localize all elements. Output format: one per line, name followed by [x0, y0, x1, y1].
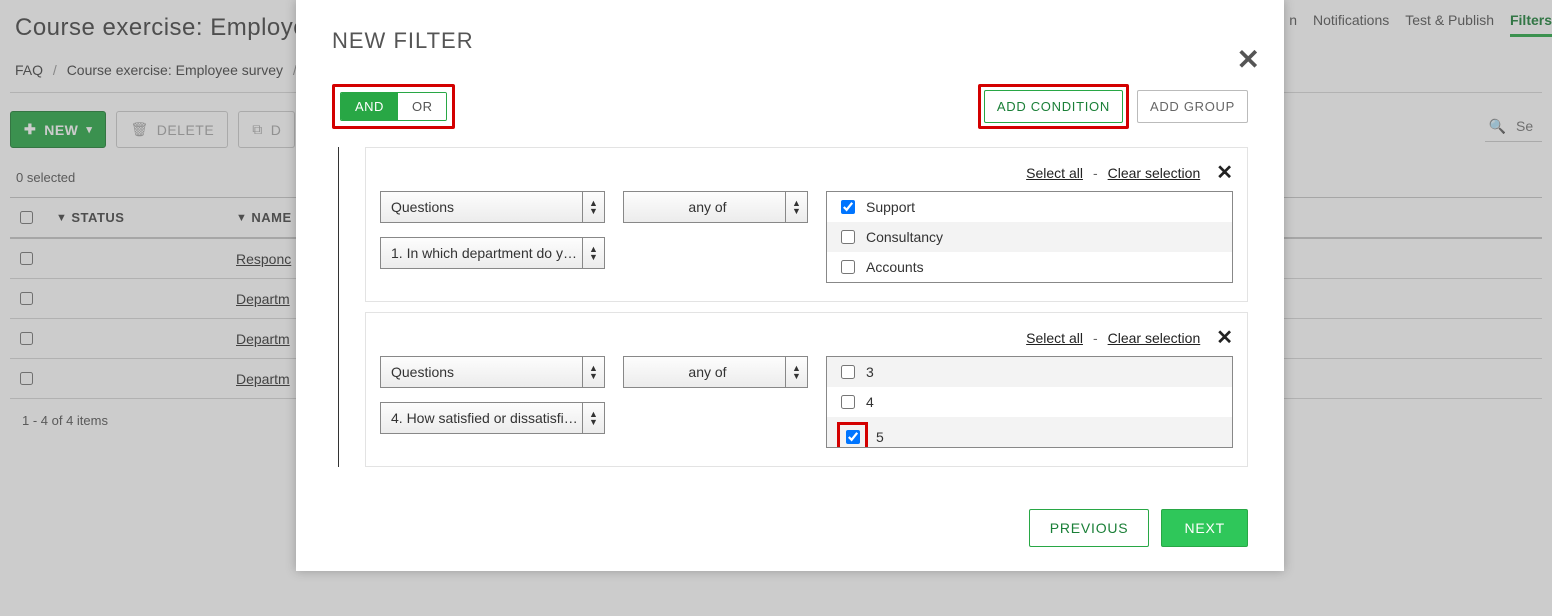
answer-checkbox[interactable] — [841, 260, 855, 274]
answer-option[interactable]: Accounts — [827, 252, 1232, 282]
question-value: 1. In which department do yo.. — [391, 245, 578, 261]
spinner-icon: ▲▼ — [582, 357, 604, 387]
select-all-link[interactable]: Select all — [1026, 330, 1083, 346]
category-select[interactable]: Questions ▲▼ — [380, 356, 605, 388]
remove-condition-icon[interactable]: ✕ — [1216, 325, 1233, 350]
previous-button[interactable]: PREVIOUS — [1029, 509, 1150, 547]
answers-list[interactable]: Support Consultancy Accounts — [826, 191, 1233, 283]
operator-select[interactable]: any of ▲▼ — [623, 356, 808, 388]
condition-card: Select all - Clear selection ✕ Questions… — [365, 312, 1248, 467]
spinner-icon: ▲▼ — [785, 357, 807, 387]
answer-checkbox[interactable] — [841, 200, 855, 214]
answer-option[interactable]: Consultancy — [827, 222, 1232, 252]
clear-selection-link[interactable]: Clear selection — [1108, 330, 1201, 346]
category-select[interactable]: Questions ▲▼ — [380, 191, 605, 223]
operator-value: any of — [688, 364, 726, 380]
toggle-and[interactable]: AND — [341, 93, 398, 120]
answer-option[interactable]: 3 — [827, 357, 1232, 387]
next-button[interactable]: NEXT — [1161, 509, 1248, 547]
operator-select[interactable]: any of ▲▼ — [623, 191, 808, 223]
answer-label: Accounts — [866, 259, 924, 275]
dash: - — [1093, 330, 1098, 346]
add-condition-button[interactable]: ADD CONDITION — [984, 90, 1123, 123]
conditions-container: Select all - Clear selection ✕ Questions… — [338, 147, 1248, 467]
condition-card: Select all - Clear selection ✕ Questions… — [365, 147, 1248, 302]
spinner-icon: ▲▼ — [582, 403, 604, 433]
answer-label: Consultancy — [866, 229, 943, 245]
spinner-icon: ▲▼ — [582, 238, 604, 268]
operator-value: any of — [688, 199, 726, 215]
category-value: Questions — [391, 364, 454, 380]
answer-option[interactable]: 5 — [827, 417, 1232, 448]
answer-option[interactable]: Support — [827, 192, 1232, 222]
new-filter-modal: NEW FILTER ✕ AND OR ADD CONDITION ADD GR… — [296, 0, 1284, 571]
modal-title: NEW FILTER — [332, 28, 1248, 54]
toggle-or[interactable]: OR — [398, 93, 447, 120]
answer-checkbox[interactable] — [841, 365, 855, 379]
add-group-button[interactable]: ADD GROUP — [1137, 90, 1248, 123]
question-value: 4. How satisfied or dissatisfie.. — [391, 410, 578, 426]
logic-toggle[interactable]: AND OR — [340, 92, 447, 121]
close-icon[interactable]: ✕ — [1237, 46, 1260, 74]
answers-list[interactable]: 3 4 5 6 — [826, 356, 1233, 448]
answer-option[interactable]: 4 — [827, 387, 1232, 417]
answer-label: 3 — [866, 364, 874, 380]
modal-footer: PREVIOUS NEXT — [332, 509, 1248, 547]
answer-highlight — [837, 422, 868, 448]
spinner-icon: ▲▼ — [582, 192, 604, 222]
logic-toggle-highlight: AND OR — [332, 84, 455, 129]
select-all-link[interactable]: Select all — [1026, 165, 1083, 181]
answer-checkbox[interactable] — [841, 230, 855, 244]
spinner-icon: ▲▼ — [785, 192, 807, 222]
add-condition-highlight: ADD CONDITION — [978, 84, 1129, 129]
question-select[interactable]: 4. How satisfied or dissatisfie.. ▲▼ — [380, 402, 605, 434]
dash: - — [1093, 165, 1098, 181]
clear-selection-link[interactable]: Clear selection — [1108, 165, 1201, 181]
remove-condition-icon[interactable]: ✕ — [1216, 160, 1233, 185]
question-select[interactable]: 1. In which department do yo.. ▲▼ — [380, 237, 605, 269]
answer-label: Support — [866, 199, 915, 215]
answer-label: 5 — [876, 429, 884, 445]
answer-checkbox[interactable] — [841, 395, 855, 409]
answer-checkbox[interactable] — [846, 430, 860, 444]
category-value: Questions — [391, 199, 454, 215]
answer-label: 4 — [866, 394, 874, 410]
